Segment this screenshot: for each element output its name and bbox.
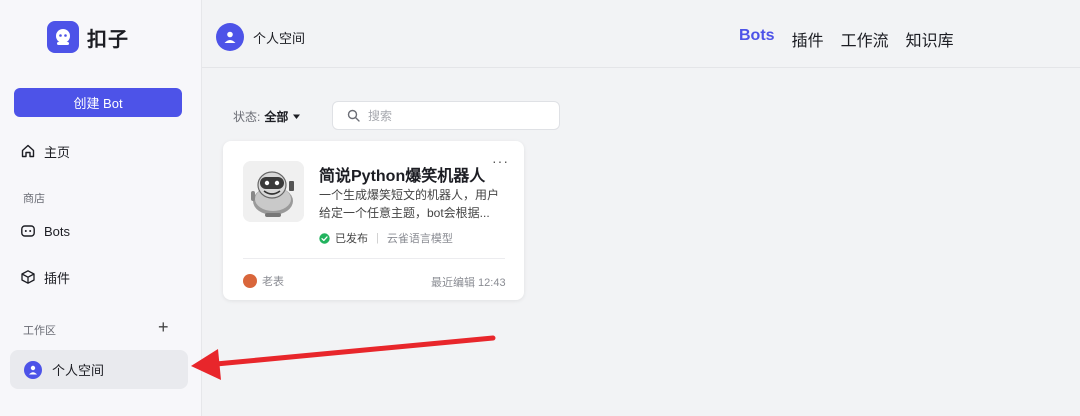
- annotation-arrow: [191, 335, 496, 380]
